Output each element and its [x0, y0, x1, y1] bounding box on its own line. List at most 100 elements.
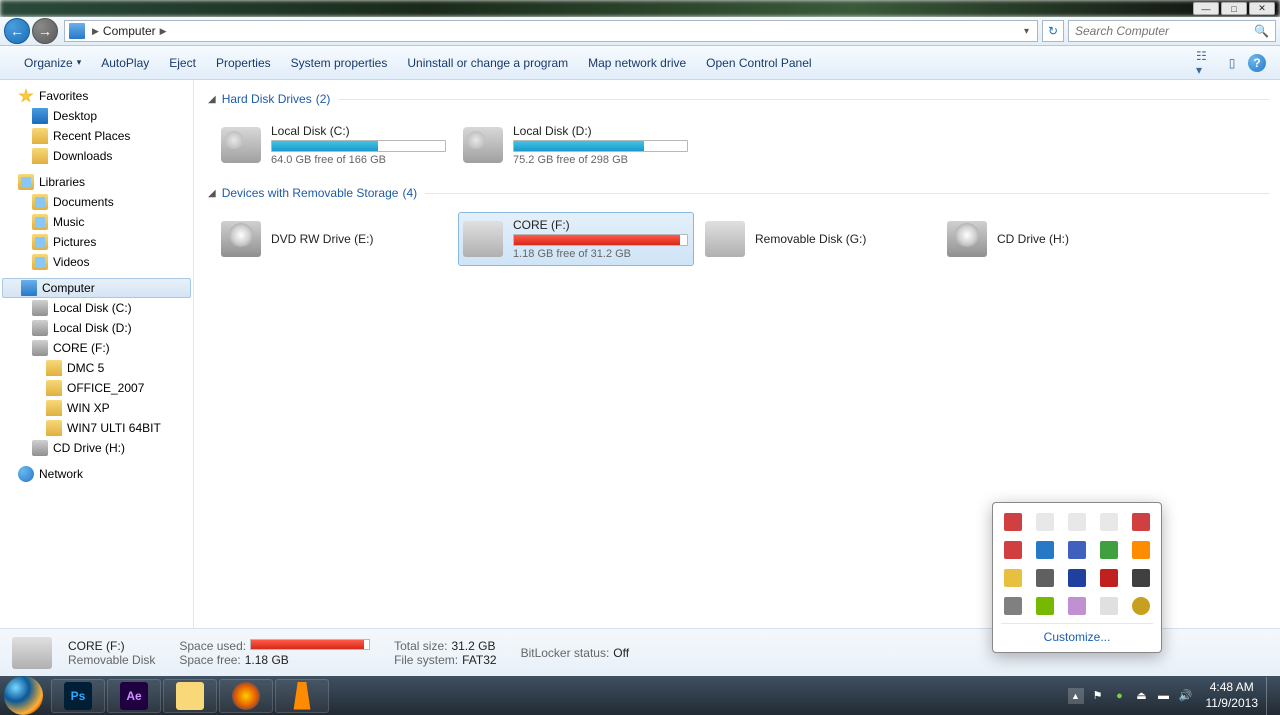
details-total: 31.2 GB	[451, 639, 495, 653]
tray-app-icon[interactable]	[1004, 541, 1022, 559]
sidebar-item-recent-places[interactable]: Recent Places	[0, 126, 193, 146]
group-removable-storage[interactable]: ◢ Devices with Removable Storage (4)	[208, 186, 1270, 200]
tray-status-icon[interactable]: ●	[1112, 688, 1128, 704]
hdd-icon	[221, 127, 261, 163]
breadcrumb-dropdown-icon[interactable]: ▾	[1024, 26, 1029, 37]
taskbar-app-photoshop[interactable]: Ps	[51, 679, 105, 713]
toolbar-system-properties[interactable]: System properties	[281, 50, 398, 76]
tray-app-icon[interactable]	[1100, 541, 1118, 559]
sidebar-item-documents[interactable]: Documents	[0, 192, 193, 212]
breadcrumb[interactable]: ▶ Computer ▶ ▾	[64, 20, 1038, 42]
sidebar-item-folder-win7ulti[interactable]: WIN7 ULTI 64BIT	[0, 418, 193, 438]
tray-overflow-button[interactable]: ▲	[1068, 688, 1084, 704]
tray-app-icon[interactable]	[1004, 513, 1022, 531]
tray-app-icon[interactable]	[1068, 513, 1086, 531]
tray-app-icon[interactable]	[1036, 569, 1054, 587]
breadcrumb-location[interactable]: Computer	[103, 24, 156, 38]
sidebar-item-local-disk-c[interactable]: Local Disk (C:)	[0, 298, 193, 318]
details-bitlocker: Off	[613, 646, 629, 660]
search-input[interactable]	[1075, 24, 1254, 38]
tray-app-icon[interactable]	[1068, 597, 1086, 615]
breadcrumb-sep-icon: ▶	[160, 26, 167, 37]
action-center-icon[interactable]: ⚑	[1090, 688, 1106, 704]
sidebar-item-folder-winxp[interactable]: WIN XP	[0, 398, 193, 418]
group-hard-disk-drives[interactable]: ◢ Hard Disk Drives (2)	[208, 92, 1270, 106]
sidebar-network[interactable]: Network	[0, 464, 193, 484]
taskbar-app-vlc[interactable]	[275, 679, 329, 713]
sidebar-favorites[interactable]: Favorites	[0, 86, 193, 106]
start-button[interactable]	[4, 676, 43, 715]
taskbar-app-firefox[interactable]	[219, 679, 273, 713]
sidebar-item-folder-office2007[interactable]: OFFICE_2007	[0, 378, 193, 398]
system-tray-overflow-popup: Customize...	[992, 502, 1162, 653]
safely-remove-icon[interactable]: ⏏	[1134, 688, 1150, 704]
tray-app-icon[interactable]	[1068, 541, 1086, 559]
tray-app-icon[interactable]	[1100, 513, 1118, 531]
toolbar-organize[interactable]: Organize	[14, 50, 91, 76]
window-minimize-button[interactable]: —	[1193, 2, 1219, 15]
toolbar-map-network[interactable]: Map network drive	[578, 50, 696, 76]
system-tray: ▲ ⚑ ● ⏏ ▬ 🔊	[1064, 688, 1198, 704]
refresh-button[interactable]: ↻	[1042, 20, 1064, 42]
tray-app-icon[interactable]	[1068, 569, 1086, 587]
tray-app-icon[interactable]	[1036, 541, 1054, 559]
tray-app-icon[interactable]	[1004, 597, 1022, 615]
nav-back-button[interactable]: ←	[4, 18, 30, 44]
network-icon[interactable]: ▬	[1156, 688, 1172, 704]
window-maximize-button[interactable]: □	[1221, 2, 1247, 15]
videos-icon	[32, 254, 48, 270]
tray-app-icon[interactable]	[1036, 597, 1054, 615]
tray-app-icon[interactable]	[1036, 513, 1054, 531]
sidebar-item-videos[interactable]: Videos	[0, 252, 193, 272]
sidebar-item-folder-dmc5[interactable]: DMC 5	[0, 358, 193, 378]
sidebar-item-core-f[interactable]: CORE (F:)	[0, 338, 193, 358]
folder-icon	[46, 420, 62, 436]
photoshop-icon: Ps	[64, 682, 92, 710]
drive-local-disk-c[interactable]: Local Disk (C:) 64.0 GB free of 166 GB	[216, 118, 452, 172]
show-desktop-button[interactable]	[1266, 677, 1276, 715]
drive-removable-g[interactable]: Removable Disk (G:)	[700, 212, 936, 266]
toolbar-autoplay[interactable]: AutoPlay	[91, 50, 159, 76]
tray-app-icon[interactable]	[1100, 597, 1118, 615]
tray-app-icon[interactable]	[1132, 569, 1150, 587]
volume-icon[interactable]: 🔊	[1178, 688, 1194, 704]
sidebar-computer[interactable]: Computer	[2, 278, 191, 298]
sidebar-item-music[interactable]: Music	[0, 212, 193, 232]
drive-local-disk-d[interactable]: Local Disk (D:) 75.2 GB free of 298 GB	[458, 118, 694, 172]
drive-cd-h[interactable]: CD Drive (H:)	[942, 212, 1178, 266]
sidebar-item-downloads[interactable]: Downloads	[0, 146, 193, 166]
capacity-bar	[513, 140, 688, 152]
help-button[interactable]: ?	[1248, 54, 1266, 72]
preview-pane-button[interactable]: ▯	[1222, 53, 1242, 73]
nav-forward-button[interactable]: →	[32, 18, 58, 44]
sidebar-item-local-disk-d[interactable]: Local Disk (D:)	[0, 318, 193, 338]
tray-app-icon[interactable]	[1100, 569, 1118, 587]
sidebar-libraries[interactable]: Libraries	[0, 172, 193, 192]
sidebar-item-pictures[interactable]: Pictures	[0, 232, 193, 252]
taskbar-clock[interactable]: 4:48 AM 11/9/2013	[1198, 680, 1267, 711]
drive-core-f[interactable]: CORE (F:) 1.18 GB free of 31.2 GB	[458, 212, 694, 266]
folder-icon	[46, 360, 62, 376]
window-close-button[interactable]: ✕	[1249, 2, 1275, 15]
drive-dvd-rw-e[interactable]: DVD RW Drive (E:)	[216, 212, 452, 266]
toolbar-properties[interactable]: Properties	[206, 50, 281, 76]
taskbar-app-explorer[interactable]	[163, 679, 217, 713]
sidebar-item-cd-drive-h[interactable]: CD Drive (H:)	[0, 438, 193, 458]
tray-app-icon[interactable]	[1132, 597, 1150, 615]
taskbar-app-aftereffects[interactable]: Ae	[107, 679, 161, 713]
folder-icon	[32, 148, 48, 164]
tray-customize-link[interactable]: Customize...	[1001, 623, 1153, 648]
search-box[interactable]: 🔍	[1068, 20, 1276, 42]
details-bitlocker-label: BitLocker status:	[521, 646, 610, 660]
toolbar-uninstall[interactable]: Uninstall or change a program	[397, 50, 578, 76]
toolbar-open-control-panel[interactable]: Open Control Panel	[696, 50, 821, 76]
view-options-button[interactable]: ☷ ▾	[1196, 53, 1216, 73]
sidebar-item-desktop[interactable]: Desktop	[0, 106, 193, 126]
toolbar-eject[interactable]: Eject	[159, 50, 206, 76]
music-icon	[32, 214, 48, 230]
tray-app-icon[interactable]	[1004, 569, 1022, 587]
tray-app-icon[interactable]	[1132, 541, 1150, 559]
hdd-icon	[463, 127, 503, 163]
folder-icon	[32, 128, 48, 144]
tray-app-icon[interactable]	[1132, 513, 1150, 531]
